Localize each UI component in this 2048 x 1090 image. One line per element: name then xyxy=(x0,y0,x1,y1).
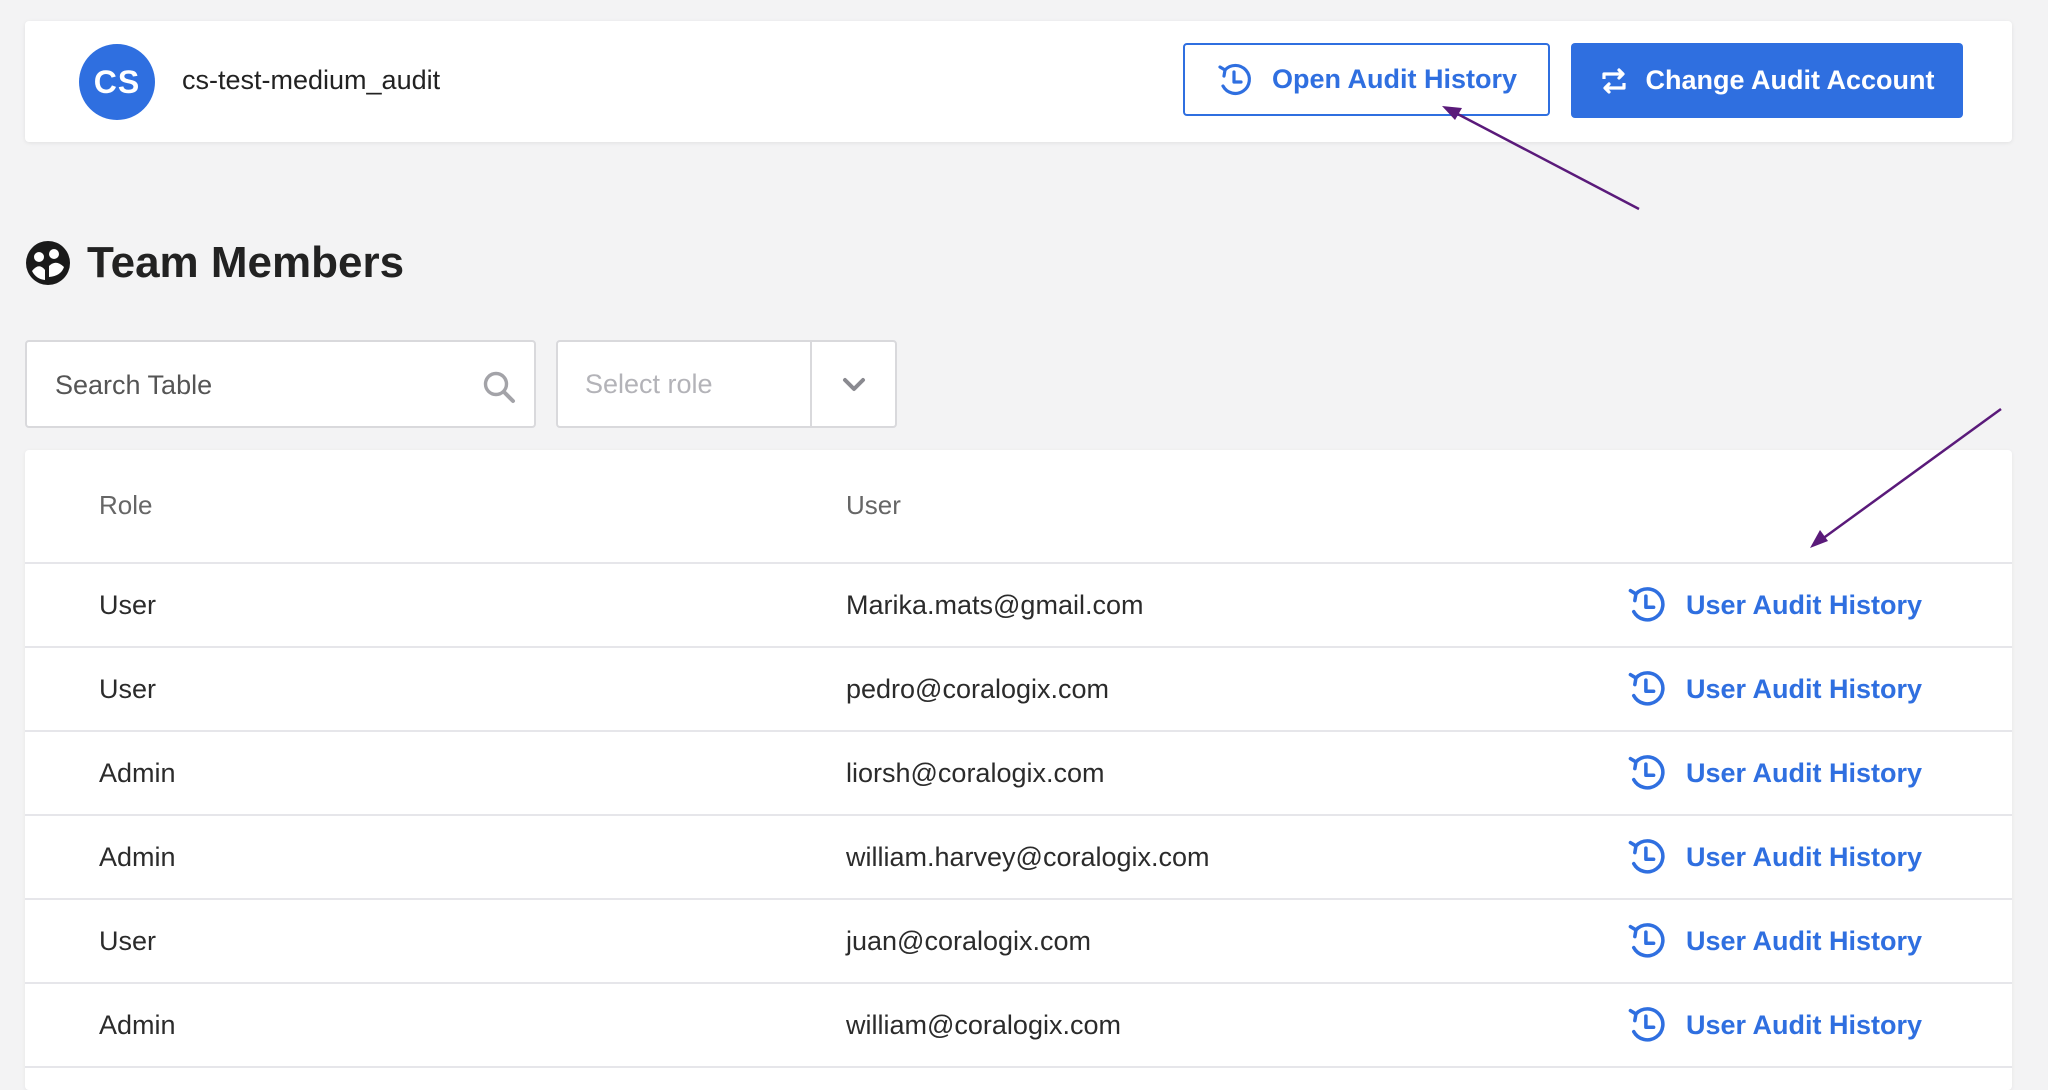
search-box xyxy=(25,340,536,428)
role-select[interactable]: Select role xyxy=(556,340,897,428)
change-audit-account-button[interactable]: Change Audit Account xyxy=(1571,43,1963,118)
user-audit-history-label: User Audit History xyxy=(1686,1009,1923,1040)
history-icon xyxy=(1628,839,1665,874)
user-audit-history-label: User Audit History xyxy=(1686,589,1923,620)
table-row: Admin liorsh@coralogix.com User Audit Hi… xyxy=(25,732,2012,816)
column-header-user: User xyxy=(846,490,901,520)
row-role: User xyxy=(99,674,157,704)
table-row: Admin william.harvey@coralogix.com User … xyxy=(25,816,2012,900)
user-audit-history-link[interactable]: User Audit History xyxy=(1626,830,1922,884)
history-icon xyxy=(1628,923,1665,958)
user-audit-history-link[interactable]: User Audit History xyxy=(1626,746,1922,800)
user-audit-history-label: User Audit History xyxy=(1686,841,1923,872)
table-header: Role User xyxy=(25,450,2012,564)
user-audit-history-link[interactable]: User Audit History xyxy=(1626,662,1922,716)
row-role: User xyxy=(99,926,157,956)
row-user: william.harvey@coralogix.com xyxy=(846,842,1210,872)
table-row: User Marika.mats@gmail.com User Audit Hi… xyxy=(25,564,2012,648)
table-row: User pedro@coralogix.com User Audit Hist… xyxy=(25,648,2012,732)
table-row: Admin william@coralogix.com User Audit H… xyxy=(25,984,2012,1068)
row-user: william@coralogix.com xyxy=(846,1010,1121,1040)
open-audit-history-button[interactable]: Open Audit History xyxy=(1183,43,1550,116)
account-avatar: CS xyxy=(79,44,155,120)
history-icon xyxy=(1218,63,1251,95)
row-user: liorsh@coralogix.com xyxy=(846,758,1105,788)
row-role: Admin xyxy=(99,758,176,788)
user-audit-history-link[interactable]: User Audit History xyxy=(1626,998,1922,1052)
user-audit-history-link[interactable]: User Audit History xyxy=(1626,578,1922,632)
role-select-placeholder: Select role xyxy=(585,369,713,399)
account-name: cs-test-medium_audit xyxy=(182,65,441,95)
swap-icon xyxy=(1601,67,1626,94)
history-icon xyxy=(1628,755,1665,790)
team-members-table: Role User User Marika.mats@gmail.com Use… xyxy=(25,450,2012,1090)
open-audit-history-label: Open Audit History xyxy=(1271,64,1517,94)
team-members-header: Team Members xyxy=(25,238,404,288)
team-icon xyxy=(26,241,70,285)
chevron-down-icon[interactable] xyxy=(840,372,868,396)
row-user: Marika.mats@gmail.com xyxy=(846,590,1144,620)
user-audit-history-link[interactable]: User Audit History xyxy=(1626,914,1922,968)
history-icon xyxy=(1628,587,1665,622)
role-select-divider xyxy=(810,342,812,426)
row-user: pedro@coralogix.com xyxy=(846,674,1110,704)
row-user: juan@coralogix.com xyxy=(846,926,1092,956)
page-title: Team Members xyxy=(87,238,405,287)
change-audit-account-label: Change Audit Account xyxy=(1645,65,1935,95)
user-audit-history-label: User Audit History xyxy=(1686,925,1923,956)
row-role: User xyxy=(99,590,157,620)
table-row: User juan@coralogix.com User Audit Histo… xyxy=(25,900,2012,984)
user-audit-history-label: User Audit History xyxy=(1686,673,1923,704)
search-input[interactable] xyxy=(53,342,477,428)
account-bar: CS cs-test-medium_audit Open Audit Histo… xyxy=(25,21,2012,142)
column-header-role: Role xyxy=(99,490,153,520)
row-role: Admin xyxy=(99,1010,176,1040)
history-icon xyxy=(1628,1007,1665,1042)
history-icon xyxy=(1628,671,1665,706)
row-role: Admin xyxy=(99,842,176,872)
search-icon[interactable] xyxy=(482,370,516,404)
user-audit-history-label: User Audit History xyxy=(1686,757,1923,788)
